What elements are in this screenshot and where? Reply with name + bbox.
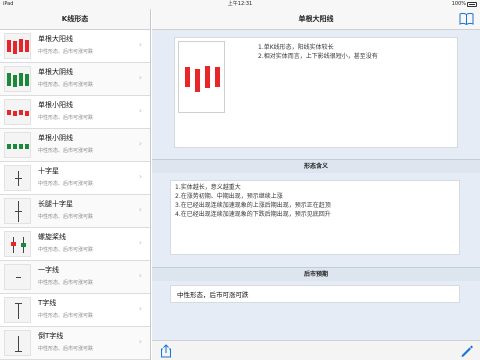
forecast-card: 中性形态，后市可涨可跌 bbox=[170, 285, 460, 303]
sidebar-item-subtitle: 中性形态、后市可涨可跌 bbox=[38, 148, 94, 154]
big-yin-candle-icon bbox=[4, 66, 31, 92]
sidebar-item-subtitle: 中性形态、后市可涨可跌 bbox=[38, 115, 94, 121]
status-bar: iPad 上午12:31 100% bbox=[0, 0, 480, 9]
detail-header: 单根大阳线 bbox=[152, 9, 480, 30]
sidebar-item-long-legged-doji[interactable]: 长腿十字星 中性形态、后市可涨可跌 › bbox=[0, 195, 150, 228]
spinning-top-icon bbox=[4, 231, 31, 257]
sidebar-item-big-yang[interactable]: 单根大阳线 中性形态、后市可涨可跌 › bbox=[0, 30, 150, 63]
meaning-card: 1.实体越长，意义越重大 2.在涨势初期、中期出现，预示继续上涨 3.在已经出现… bbox=[170, 180, 460, 255]
pencil-icon[interactable] bbox=[459, 344, 473, 358]
sidebar-item-small-yang[interactable]: 单根小阳线 中性形态、后市可涨可跌 › bbox=[0, 96, 150, 129]
book-icon[interactable] bbox=[459, 12, 474, 26]
battery-icon bbox=[467, 2, 477, 7]
battery-percent: 100% bbox=[451, 1, 466, 7]
sidebar: K线形态 单根大阳线 中性形态、后市可涨可跌 › 单根大阴线 中性形态、后市可涨… bbox=[0, 9, 151, 360]
sidebar-item-doji[interactable]: 十字星 中性形态、后市可涨可跌 › bbox=[0, 162, 150, 195]
overview-line: 1.单K线形态，阳线实体较长 bbox=[258, 44, 334, 51]
sidebar-item-subtitle: 中性形态、后市可涨可跌 bbox=[38, 346, 94, 352]
sidebar-item-t-line[interactable]: T字线 中性形态、后市可涨可跌 › bbox=[0, 294, 150, 327]
meaning-line: 1.实体越长，意义越重大 bbox=[175, 184, 241, 191]
sidebar-item-subtitle: 中性形态、后市可涨可跌 bbox=[38, 280, 94, 286]
sidebar-item-subtitle: 中性形态、后市可涨可跌 bbox=[38, 214, 94, 220]
sidebar-item-title: 倒T字线 bbox=[38, 332, 64, 340]
chevron-right-icon: › bbox=[138, 172, 142, 181]
overview-card: 1.单K线形态，阳线实体较长 2.相对实体而言，上下影线很短小，甚至没有 bbox=[174, 37, 458, 148]
small-yin-candle-icon bbox=[4, 132, 31, 158]
sidebar-item-big-yin[interactable]: 单根大阴线 中性形态、后市可涨可跌 › bbox=[0, 63, 150, 96]
clock: 上午12:31 bbox=[227, 1, 253, 7]
sidebar-item-small-yin[interactable]: 单根小阴线 中性形态、后市可涨可跌 › bbox=[0, 129, 150, 162]
sidebar-item-spinning-top[interactable]: 螺旋桨线 中性形态、后市可涨可跌 › bbox=[0, 228, 150, 261]
share-icon[interactable] bbox=[159, 344, 173, 358]
sidebar-item-title: 一字线 bbox=[38, 266, 59, 274]
meaning-line: 2.在涨势初期、中期出现，预示继续上涨 bbox=[175, 193, 283, 200]
bottom-toolbar bbox=[152, 340, 480, 360]
sidebar-item-subtitle: 中性形态、后市可涨可跌 bbox=[38, 82, 94, 88]
big-yang-candle-icon bbox=[4, 33, 31, 59]
candle-1 bbox=[185, 67, 190, 87]
sidebar-item-subtitle: 中性形态、后市可涨可跌 bbox=[38, 313, 94, 319]
chevron-right-icon: › bbox=[138, 205, 142, 214]
meaning-section-header: 形态含义 bbox=[152, 159, 480, 173]
sidebar-item-title: T字线 bbox=[38, 299, 57, 307]
doji-icon bbox=[4, 165, 31, 191]
detail-pane: 单根大阳线 1.单K线形态，阳线实体较长 2.相对实体而言，上下影线很短小，甚至… bbox=[152, 9, 480, 360]
chevron-right-icon: › bbox=[138, 238, 142, 247]
candle-chart bbox=[178, 41, 225, 113]
meaning-line: 4.在已经出现连续加速现象的下跌后期出现，预示见底回升 bbox=[175, 211, 331, 218]
candle-2 bbox=[195, 69, 200, 92]
sidebar-item-title: 单根小阴线 bbox=[38, 134, 73, 142]
sidebar-item-title: 单根大阳线 bbox=[38, 35, 73, 43]
candle-4 bbox=[215, 67, 220, 87]
long-legged-doji-icon bbox=[4, 198, 31, 224]
sidebar-item-title: 螺旋桨线 bbox=[38, 233, 66, 241]
chevron-right-icon: › bbox=[138, 106, 142, 115]
chevron-right-icon: › bbox=[138, 337, 142, 346]
inverted-t-line-icon bbox=[4, 330, 31, 356]
sidebar-item-subtitle: 中性形态、后市可涨可跌 bbox=[38, 247, 94, 253]
small-yang-candle-icon bbox=[4, 99, 31, 125]
sidebar-item-title: 单根大阴线 bbox=[38, 68, 73, 76]
meaning-line: 3.在已经出现连续加速现象的上涨后期出现，预示正在赶顶 bbox=[175, 202, 331, 209]
candle-3 bbox=[205, 66, 210, 88]
overview-line: 2.相对实体而言，上下影线很短小，甚至没有 bbox=[258, 53, 378, 60]
sidebar-item-subtitle: 中性形态、后市可涨可跌 bbox=[38, 49, 94, 55]
sidebar-item-subtitle: 中性形态、后市可涨可跌 bbox=[38, 181, 94, 187]
page-title: 单根大阳线 bbox=[298, 15, 334, 23]
sidebar-item-inverted-t-line[interactable]: 倒T字线 中性形态、后市可涨可跌 › bbox=[0, 327, 150, 360]
sidebar-item-title: 单根小阳线 bbox=[38, 101, 73, 109]
candle-chart-svg bbox=[185, 66, 220, 92]
chevron-right-icon: › bbox=[138, 304, 142, 313]
sidebar-item-title: 十字星 bbox=[38, 167, 59, 175]
forecast-section-header: 后市预期 bbox=[152, 267, 480, 281]
t-line-icon bbox=[4, 297, 31, 323]
sidebar-item-title: 长腿十字星 bbox=[38, 200, 73, 208]
chevron-right-icon: › bbox=[138, 40, 142, 49]
sidebar-item-flat-line[interactable]: 一字线 中性形态、后市可涨可跌 › bbox=[0, 261, 150, 294]
overview-text: 1.单K线形态，阳线实体较长 2.相对实体而言，上下影线很短小，甚至没有 bbox=[258, 43, 378, 61]
flat-line-icon bbox=[4, 264, 31, 290]
chevron-right-icon: › bbox=[138, 271, 142, 280]
chevron-right-icon: › bbox=[138, 73, 142, 82]
chevron-right-icon: › bbox=[138, 139, 142, 148]
sidebar-title: K线形态 bbox=[0, 9, 150, 30]
